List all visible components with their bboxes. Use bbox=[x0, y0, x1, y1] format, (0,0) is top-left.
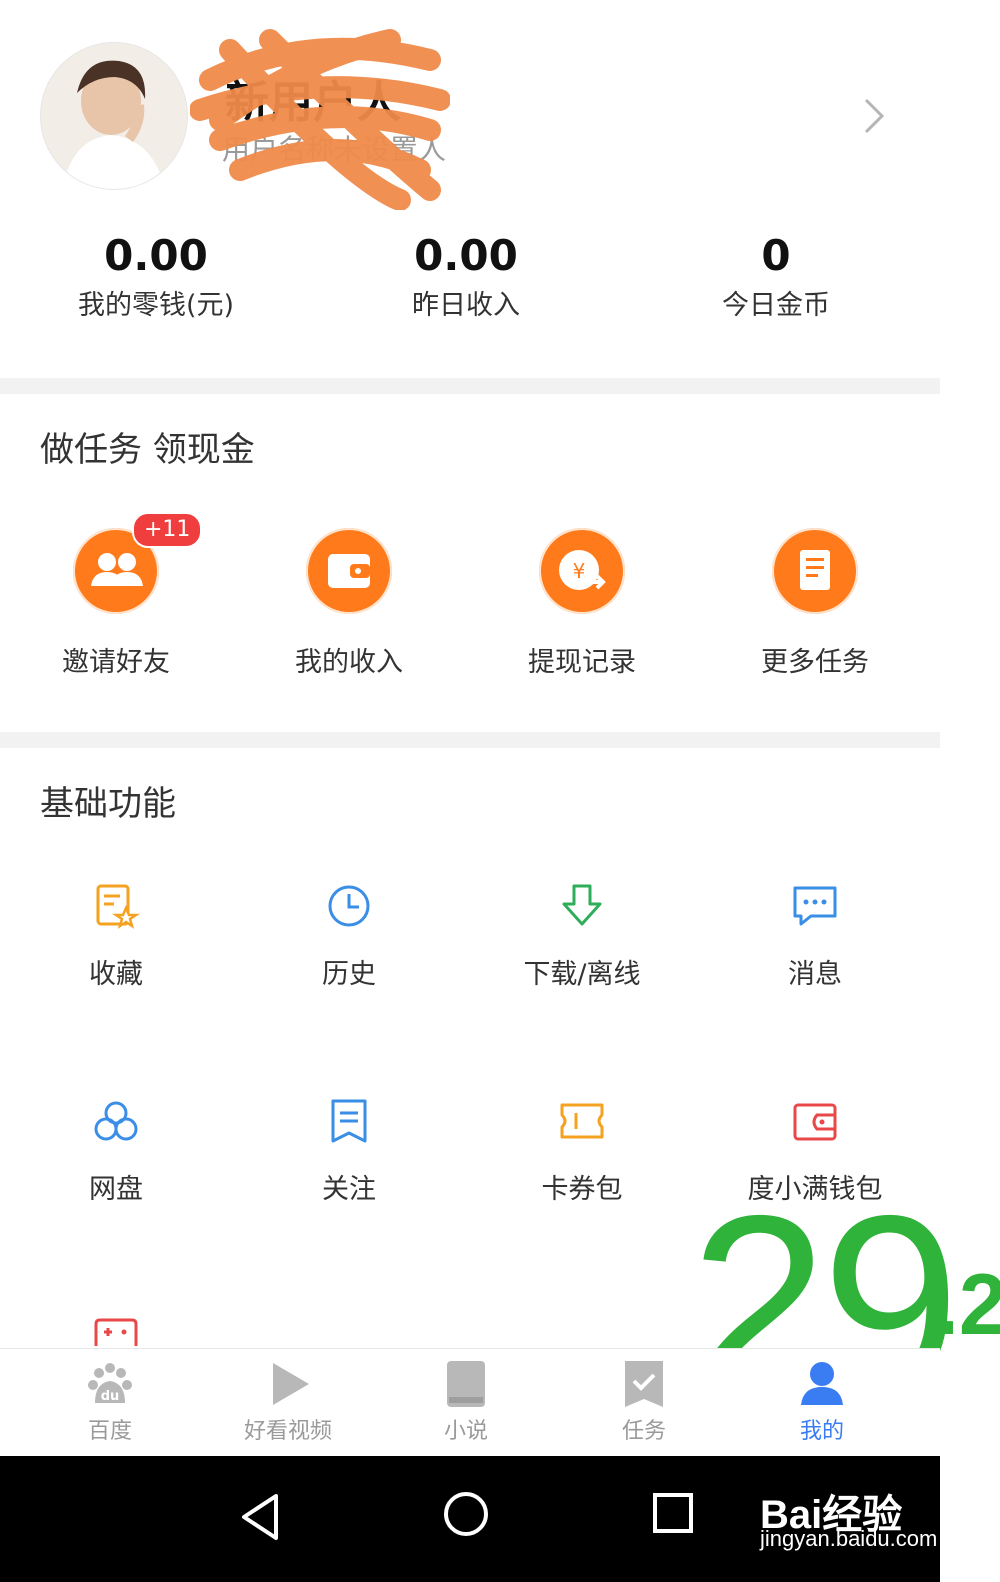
tab-mine[interactable]: 我的 bbox=[733, 1349, 911, 1445]
func-follow[interactable]: 关注 bbox=[239, 1097, 459, 1206]
tab-label: 我的 bbox=[799, 1419, 844, 1444]
play-icon bbox=[263, 1359, 313, 1409]
message-bubble-icon bbox=[791, 882, 839, 930]
func-cloud-disk[interactable]: 网盘 bbox=[6, 1097, 226, 1206]
task-more-tasks[interactable]: 更多任务 bbox=[715, 528, 915, 679]
follow-list-icon bbox=[325, 1097, 373, 1145]
download-arrow-icon bbox=[558, 882, 606, 930]
stat-label: 今日金币 bbox=[722, 290, 830, 321]
func-label: 收藏 bbox=[89, 959, 143, 990]
func-history[interactable]: 历史 bbox=[239, 882, 459, 991]
task-withdraw-record[interactable]: ¥ 提现记录 bbox=[482, 528, 682, 679]
wallet-icon bbox=[306, 528, 392, 614]
func-label: 关注 bbox=[322, 1174, 376, 1205]
section-divider bbox=[0, 732, 940, 748]
task-invite-friends[interactable]: 邀请好友 bbox=[16, 528, 216, 679]
section-divider bbox=[0, 378, 940, 394]
notification-badge: +11 bbox=[132, 512, 203, 548]
book-icon bbox=[441, 1359, 491, 1409]
tab-label: 好看视频 bbox=[243, 1419, 332, 1444]
tab-baidu[interactable]: du 百度 bbox=[21, 1349, 199, 1445]
watermark-url: jingyan.baidu.com bbox=[760, 1526, 938, 1551]
bottom-tab-bar: du 百度 好看视频 小说 任务 我的 bbox=[0, 1348, 940, 1457]
func-messages[interactable]: 消息 bbox=[705, 882, 925, 991]
basic-section-title: 基础功能 bbox=[40, 784, 176, 824]
wallet-icon bbox=[791, 1097, 839, 1145]
task-label: 我的收入 bbox=[295, 647, 403, 678]
stat-today-coins[interactable]: 0 今日金币 bbox=[656, 230, 896, 324]
favorites-icon bbox=[92, 882, 141, 930]
func-label: 历史 bbox=[322, 959, 376, 990]
stat-label: 昨日收入 bbox=[412, 290, 520, 321]
user-icon bbox=[797, 1359, 847, 1409]
partial-function-icon[interactable] bbox=[92, 1316, 140, 1348]
tab-tasks[interactable]: 任务 bbox=[555, 1349, 733, 1445]
cloud-disk-icon bbox=[92, 1097, 140, 1145]
task-label: 邀请好友 bbox=[62, 647, 170, 678]
stat-label: 我的零钱(元) bbox=[77, 290, 235, 321]
func-label: 卡券包 bbox=[541, 1174, 623, 1205]
tasks-section-title: 做任务 领现金 bbox=[40, 430, 255, 470]
back-triangle-icon[interactable] bbox=[238, 1492, 282, 1542]
func-label: 下载/离线 bbox=[523, 959, 641, 990]
func-label: 消息 bbox=[788, 959, 842, 990]
task-check-icon bbox=[619, 1359, 669, 1409]
stat-value: 0 bbox=[761, 231, 791, 280]
task-label: 提现记录 bbox=[528, 647, 636, 678]
chevron-right-icon[interactable] bbox=[862, 96, 886, 136]
redaction-scribble bbox=[190, 29, 450, 210]
tab-label: 百度 bbox=[87, 1419, 132, 1444]
coupon-ticket-icon bbox=[558, 1097, 606, 1145]
stat-yesterday-income[interactable]: 0.00 昨日收入 bbox=[346, 230, 586, 324]
tab-novel[interactable]: 小说 bbox=[377, 1349, 555, 1445]
tab-label: 小说 bbox=[443, 1419, 488, 1444]
stat-value: 0.00 bbox=[104, 231, 208, 280]
stat-value: 0.00 bbox=[414, 231, 518, 280]
avatar-photo bbox=[41, 43, 187, 189]
overlay-number-suffix: .2 bbox=[935, 1257, 1000, 1353]
stat-balance[interactable]: 0.00 我的零钱(元) bbox=[36, 230, 276, 324]
more-tasks-icon bbox=[772, 528, 858, 614]
func-favorites[interactable]: 收藏 bbox=[6, 882, 226, 991]
func-download[interactable]: 下载/离线 bbox=[472, 882, 692, 991]
user-avatar[interactable] bbox=[40, 42, 188, 190]
svg-text:du: du bbox=[101, 1389, 120, 1404]
tab-label: 任务 bbox=[621, 1419, 666, 1444]
func-coupons[interactable]: 卡券包 bbox=[472, 1097, 692, 1206]
task-label: 更多任务 bbox=[761, 647, 869, 678]
task-my-income[interactable]: 我的收入 bbox=[249, 528, 449, 679]
withdraw-record-icon: ¥ bbox=[539, 528, 625, 614]
baidu-paw-icon: du bbox=[85, 1359, 135, 1409]
history-clock-icon bbox=[325, 882, 373, 930]
home-circle-icon[interactable] bbox=[442, 1490, 490, 1538]
recents-square-icon[interactable] bbox=[652, 1492, 694, 1534]
svg-text:¥: ¥ bbox=[573, 559, 586, 583]
func-label: 网盘 bbox=[89, 1174, 143, 1205]
tab-haokan-video[interactable]: 好看视频 bbox=[199, 1349, 377, 1445]
